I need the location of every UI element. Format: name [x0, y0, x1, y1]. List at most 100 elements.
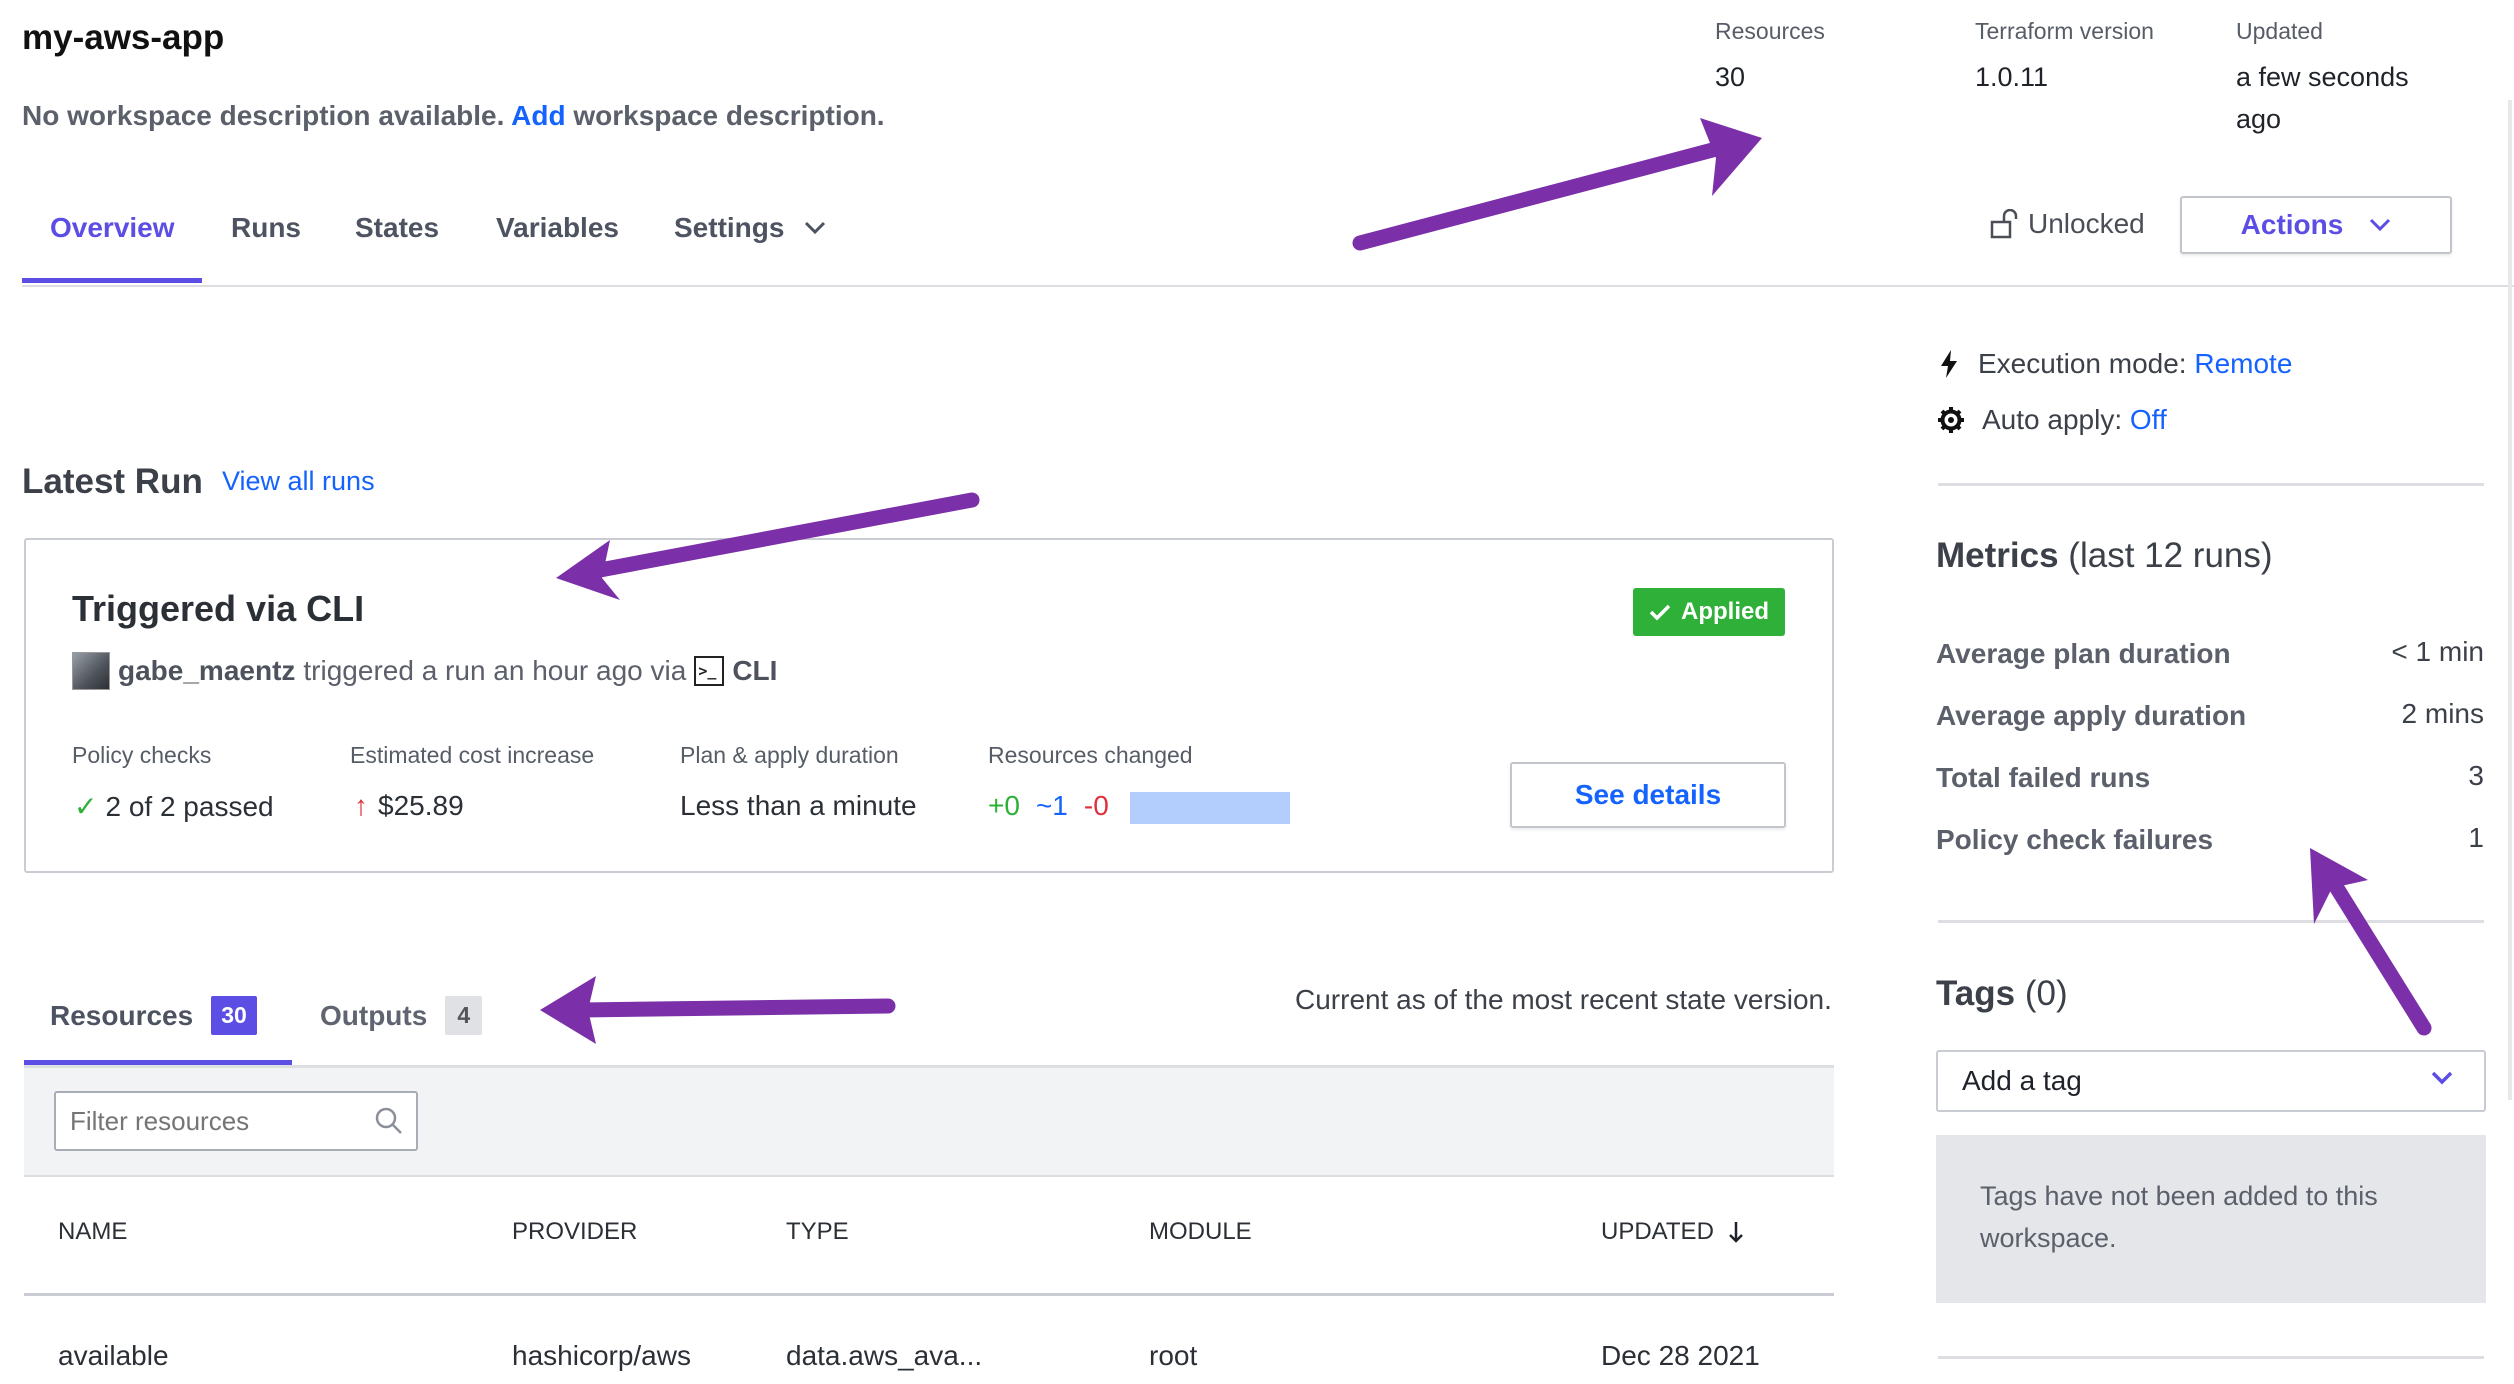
- tab-runs[interactable]: Runs: [231, 212, 301, 244]
- workspace-title: my-aws-app: [22, 18, 225, 57]
- row-type: data.aws_ava...: [786, 1340, 983, 1371]
- duration-label: Plan & apply duration: [680, 742, 899, 768]
- column-header-type[interactable]: TYPE: [786, 1218, 849, 1246]
- gear-icon: [1938, 407, 1964, 433]
- resources-label: Resources: [1715, 18, 1825, 44]
- chevron-down-icon: [2431, 1071, 2453, 1085]
- column-header-module[interactable]: MODULE: [1149, 1218, 1252, 1246]
- tab-settings-label: Settings: [674, 212, 785, 243]
- row-name[interactable]: available: [58, 1340, 169, 1372]
- latest-run-heading: Latest Run: [22, 462, 203, 501]
- execution-mode-link[interactable]: Remote: [2194, 348, 2292, 379]
- metrics-title: Metrics: [1936, 536, 2059, 575]
- workspace-description: No workspace description available. Add …: [22, 100, 885, 132]
- cost-label: Estimated cost increase: [350, 742, 595, 768]
- policy-checks-value: ✓ 2 of 2 passed: [74, 790, 274, 823]
- annotation-arrow: [1352, 140, 1728, 251]
- duration-value: Less than a minute: [680, 790, 917, 821]
- run-source: CLI: [732, 655, 778, 686]
- annotation-arrowhead: [1700, 118, 1762, 196]
- terminal-icon: >_: [694, 656, 725, 686]
- metric-value: 2 mins: [2401, 698, 2484, 729]
- lock-status[interactable]: Unlocked: [1990, 208, 2145, 240]
- column-header-provider[interactable]: PROVIDER: [512, 1218, 637, 1246]
- actions-button[interactable]: Actions: [2180, 196, 2452, 254]
- annotation-arrow: [574, 998, 896, 1018]
- avatar: [72, 652, 110, 690]
- sidebar-divider: [1938, 483, 2484, 486]
- row-provider: hashicorp/aws: [512, 1340, 691, 1371]
- tab-variables[interactable]: Variables: [496, 212, 619, 244]
- chevron-down-icon: [805, 221, 826, 235]
- policy-checks-text: 2 of 2 passed: [105, 791, 274, 822]
- resources-changed-value: +0 ~1 -0: [988, 790, 1109, 822]
- updated-value: a few seconds ago: [2236, 56, 2409, 140]
- tab-overview[interactable]: Overview: [50, 212, 175, 244]
- sidebar-divider: [1938, 1356, 2484, 1359]
- metric-label: Average plan duration: [1936, 638, 2231, 669]
- nav-divider: [22, 285, 2514, 287]
- description-text: No workspace description available.: [22, 100, 505, 131]
- resources-changed-bar: [1130, 792, 1290, 824]
- resources-count-badge: 30: [211, 996, 257, 1035]
- terraform-version-link[interactable]: 1.0.11: [1975, 56, 2048, 98]
- annotation-arrowhead: [2310, 848, 2368, 924]
- see-details-button[interactable]: See details: [1510, 762, 1786, 828]
- updated-label: Updated: [2236, 18, 2323, 44]
- run-action-text: triggered a run an hour ago via: [303, 655, 687, 686]
- check-icon: [1649, 604, 1671, 621]
- resources-added: +0: [988, 790, 1020, 821]
- updated-line-1: a few seconds: [2236, 62, 2409, 92]
- run-meta: gabe_maentz triggered a run an hour ago …: [72, 652, 777, 690]
- tab-settings[interactable]: Settings: [674, 212, 826, 244]
- metrics-heading: Metrics (last 12 runs): [1936, 536, 2273, 576]
- tab-resources[interactable]: Resources 30: [50, 996, 257, 1035]
- arrow-up-icon: ↑: [354, 790, 368, 821]
- tags-count: (0): [2024, 974, 2068, 1013]
- description-suffix: workspace description.: [573, 100, 885, 131]
- metrics-subtitle: (last 12 runs): [2068, 536, 2273, 575]
- auto-apply-link[interactable]: Off: [2130, 404, 2167, 435]
- active-tab-indicator: [22, 278, 202, 283]
- actions-label: Actions: [2240, 209, 2344, 240]
- column-header-updated-label: UPDATED: [1601, 1218, 1714, 1245]
- annotation-arrowhead: [540, 976, 596, 1044]
- run-user[interactable]: gabe_maentz: [118, 655, 295, 687]
- run-title[interactable]: Triggered via CLI: [72, 588, 364, 630]
- scrollbar[interactable]: [2508, 100, 2512, 1100]
- status-badge-label: Applied: [1681, 598, 1769, 625]
- updated-line-2: ago: [2236, 104, 2282, 134]
- chevron-down-icon: [2370, 218, 2391, 232]
- filter-resources-input[interactable]: [54, 1091, 418, 1151]
- outputs-count-badge: 4: [445, 996, 483, 1035]
- row-module: root: [1149, 1340, 1198, 1371]
- terraform-version-label: Terraform version: [1975, 18, 2154, 44]
- tab-resources-label: Resources: [50, 999, 194, 1031]
- cost-amount: $25.89: [378, 790, 464, 821]
- search-icon: [375, 1107, 402, 1134]
- view-all-runs-link[interactable]: View all runs: [222, 466, 375, 497]
- sidebar-divider: [1938, 920, 2484, 923]
- metric-value: 3: [2468, 760, 2484, 791]
- auto-apply: Auto apply: Off: [1938, 404, 2167, 436]
- metric-label: Average apply duration: [1936, 700, 2247, 731]
- add-tag-select[interactable]: Add a tag: [1936, 1050, 2486, 1112]
- add-description-link[interactable]: Add: [511, 100, 565, 131]
- policy-checks-label: Policy checks: [72, 742, 212, 768]
- column-header-updated[interactable]: UPDATED: [1601, 1218, 1744, 1246]
- annotation-arrow: [2327, 877, 2432, 1036]
- metric-label: Total failed runs: [1936, 762, 2151, 793]
- resources-changed-label: Resources changed: [988, 742, 1193, 768]
- unlock-icon: [1990, 209, 2018, 239]
- auto-apply-label: Auto apply:: [1982, 404, 2123, 435]
- column-header-name[interactable]: NAME: [58, 1218, 127, 1246]
- lightning-icon: [1941, 350, 1957, 378]
- tags-title: Tags: [1936, 974, 2016, 1013]
- resources-changed-count: ~1: [1035, 790, 1068, 821]
- execution-mode: Execution mode: Remote: [1938, 348, 2292, 380]
- tab-states[interactable]: States: [355, 212, 439, 244]
- sort-down-icon: [1729, 1222, 1743, 1243]
- tab-outputs[interactable]: Outputs 4: [320, 996, 483, 1035]
- tags-heading: Tags (0): [1936, 974, 2068, 1014]
- row-updated: Dec 28 2021: [1601, 1340, 1760, 1371]
